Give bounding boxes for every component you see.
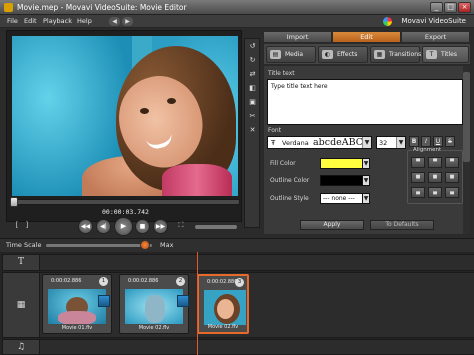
maximize-button[interactable]: □ xyxy=(444,2,457,13)
outline-color-label: Outline Color xyxy=(270,177,310,184)
title-text-label: Title text xyxy=(268,70,295,77)
chevron-down-icon: ▼ xyxy=(362,137,371,148)
timeline-playhead[interactable] xyxy=(197,252,198,355)
titles-icon: T xyxy=(426,50,437,59)
chevron-down-icon[interactable]: ▼ xyxy=(362,193,370,204)
align-top-right-button[interactable]: ▀ xyxy=(445,157,459,168)
subtab-titles[interactable]: T Titles xyxy=(422,46,469,63)
align-top-center-button[interactable]: ▀ xyxy=(428,157,442,168)
transition-marker[interactable] xyxy=(177,295,189,307)
volume-slider[interactable] xyxy=(195,225,237,229)
audio-track-icon: ♫ xyxy=(2,339,40,355)
step-back-icon[interactable]: ◀| xyxy=(96,219,111,234)
underline-button[interactable]: U xyxy=(433,136,443,147)
defaults-button[interactable]: To Defaults xyxy=(370,220,434,230)
menu-file[interactable]: File xyxy=(7,17,18,25)
close-button[interactable]: × xyxy=(458,2,471,13)
apply-button[interactable]: Apply xyxy=(300,220,364,230)
outline-style-label: Outline Style xyxy=(270,195,309,202)
window-title: Movie.mep - Movavi VideoSuite: Movie Edi… xyxy=(17,3,187,12)
mark-out-icon[interactable]: ] xyxy=(22,220,32,230)
strike-button[interactable]: S xyxy=(445,136,455,147)
font-name: Verdana xyxy=(282,139,309,147)
chevron-down-icon[interactable]: ▼ xyxy=(362,158,370,169)
align-bottom-center-button[interactable]: ▄ xyxy=(428,187,442,198)
align-middle-left-button[interactable]: ■ xyxy=(411,172,425,183)
text-track-icon: T xyxy=(2,254,40,271)
seek-bar[interactable] xyxy=(10,199,240,205)
transition-marker[interactable] xyxy=(98,295,110,307)
timecode: 00:00:03.742 xyxy=(102,208,149,216)
app-icon xyxy=(4,3,13,12)
title-bar: Movie.mep - Movavi VideoSuite: Movie Edi… xyxy=(0,0,474,15)
italic-button[interactable]: I xyxy=(421,136,431,147)
subtab-effects[interactable]: ◐ Effects xyxy=(318,46,368,63)
align-middle-center-button[interactable]: ■ xyxy=(428,172,442,183)
tab-edit[interactable]: Edit xyxy=(332,31,401,43)
split-icon[interactable]: ✂ xyxy=(247,111,258,122)
timeline-clip-selected[interactable]: 0:00:02.886 3 Movie 02.flv xyxy=(197,274,249,334)
menu-help[interactable]: Help xyxy=(77,17,92,25)
text-track[interactable] xyxy=(40,254,474,271)
align-middle-right-button[interactable]: ■ xyxy=(445,172,459,183)
scrollbar-thumb[interactable] xyxy=(463,72,470,162)
snapshot-icon[interactable]: ◧ xyxy=(247,83,258,94)
effects-icon: ◐ xyxy=(322,50,333,59)
rotate-right-icon[interactable]: ↻ xyxy=(247,55,258,66)
main-tabs: Import Edit Export xyxy=(263,31,471,43)
timescale-slider[interactable] xyxy=(46,244,152,247)
font-preview: abcdeABCDE xyxy=(313,137,365,148)
mark-in-icon[interactable]: [ xyxy=(12,220,22,230)
timescale-max-label: Max xyxy=(160,241,174,249)
font-size-select[interactable]: 32 ▼ xyxy=(376,136,406,149)
seek-handle[interactable] xyxy=(10,197,18,207)
font-icon: Ŧ xyxy=(271,139,276,147)
alignment-label: Alignment xyxy=(412,147,443,153)
media-icon: ▤ xyxy=(270,50,281,59)
back-icon[interactable]: ◀ xyxy=(109,17,120,26)
tab-import[interactable]: Import xyxy=(263,31,332,43)
video-track-icon: ▦ xyxy=(2,272,40,338)
subtab-media[interactable]: ▤ Media xyxy=(266,46,316,63)
movavi-logo-icon xyxy=(383,17,392,26)
menu-playback[interactable]: Playback xyxy=(43,17,72,25)
bold-button[interactable]: B xyxy=(409,136,419,147)
play-icon[interactable]: ▶ xyxy=(114,217,133,236)
align-top-left-button[interactable]: ▀ xyxy=(411,157,425,168)
tab-export[interactable]: Export xyxy=(401,31,470,43)
align-bottom-left-button[interactable]: ▄ xyxy=(411,187,425,198)
chevron-down-icon: ▼ xyxy=(396,137,405,148)
timescale-label: Time Scale xyxy=(6,241,42,249)
font-label: Font xyxy=(268,127,282,134)
rewind-icon[interactable]: ◀◀ xyxy=(78,219,93,234)
minimize-button[interactable]: _ xyxy=(430,2,443,13)
timescale-handle[interactable] xyxy=(140,240,150,250)
crop-icon[interactable]: ▣ xyxy=(247,97,258,108)
forward-icon[interactable]: ▶ xyxy=(122,17,133,26)
video-preview[interactable] xyxy=(12,36,238,196)
delete-icon[interactable]: ✕ xyxy=(247,125,258,136)
edit-subtabs: ▤ Media ◐ Effects ▦ Transitions T Titles xyxy=(263,43,471,65)
stop-icon[interactable]: ■ xyxy=(135,219,150,234)
flip-icon[interactable]: ⇄ xyxy=(247,69,258,80)
menu-edit[interactable]: Edit xyxy=(24,17,37,25)
title-text-input[interactable]: Type title text here xyxy=(267,79,463,125)
audio-track[interactable] xyxy=(40,339,474,355)
fill-color-label: Fill Color xyxy=(270,160,296,167)
rotate-left-icon[interactable]: ↺ xyxy=(247,41,258,52)
fast-forward-icon[interactable]: ▶▶ xyxy=(153,219,168,234)
brand-name: Movavi VideoSuite xyxy=(401,17,466,25)
align-bottom-right-button[interactable]: ▄ xyxy=(445,187,459,198)
transitions-icon: ▦ xyxy=(374,50,385,59)
chevron-down-icon[interactable]: ▼ xyxy=(362,175,370,186)
fullscreen-icon[interactable]: ⛶ xyxy=(176,220,186,230)
tool-strip: ↺ ↻ ⇄ ◧ ▣ ✂ ✕ xyxy=(244,38,260,228)
font-select[interactable]: Ŧ Verdana abcdeABCDE ▼ xyxy=(267,136,372,149)
menu-bar: File Edit Playback Help ◀ ▶ Movavi Video… xyxy=(0,15,474,28)
subtab-transitions[interactable]: ▦ Transitions xyxy=(370,46,421,63)
